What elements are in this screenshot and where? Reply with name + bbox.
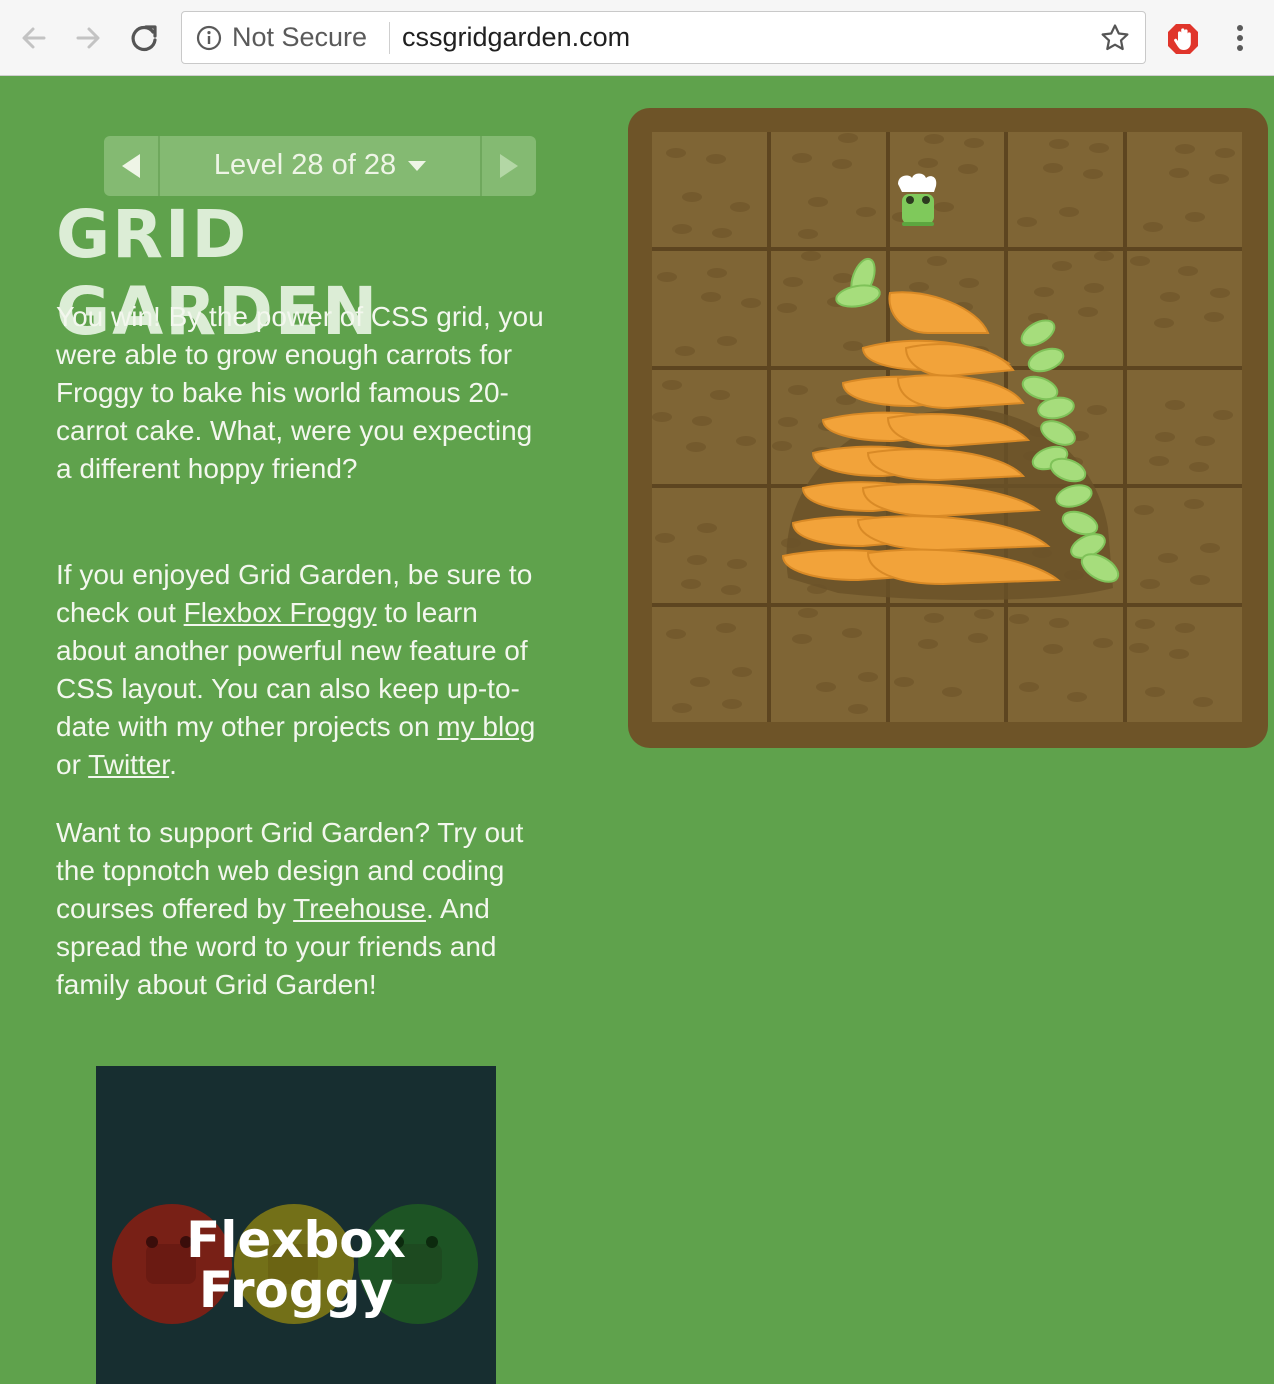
level-label: Level 28 of 28	[213, 149, 397, 181]
soil-cell	[652, 250, 767, 366]
ublock-icon[interactable]	[1166, 22, 1200, 56]
garden-grid	[652, 132, 1242, 722]
omnibox-divider	[389, 22, 390, 54]
soil-cell	[652, 369, 767, 485]
url-text[interactable]: cssgridgarden.com	[402, 22, 630, 53]
star-icon[interactable]	[1099, 22, 1131, 54]
reload-icon[interactable]	[124, 18, 164, 58]
soil-cell	[889, 132, 1005, 247]
menu-icon[interactable]	[1226, 20, 1254, 56]
promo-title-line2: Froggy	[198, 1261, 394, 1319]
forward-arrow-icon[interactable]	[68, 18, 108, 58]
promo-title-line1: Flexbox	[186, 1211, 406, 1269]
twitter-link[interactable]: Twitter	[88, 749, 169, 780]
treehouse-link[interactable]: Treehouse	[293, 893, 426, 924]
soil-cell	[889, 250, 1005, 366]
blog-link[interactable]: my blog	[437, 711, 535, 742]
support-paragraph: Want to support Grid Garden? Try out the…	[56, 814, 546, 1004]
soil-cell	[1127, 607, 1242, 722]
level-indicator[interactable]: Level 28 of 28	[160, 136, 480, 196]
soil-cell	[770, 607, 886, 722]
info-icon[interactable]	[196, 25, 222, 51]
promo-paragraph: If you enjoyed Grid Garden, be sure to c…	[56, 556, 546, 784]
soil-cell	[1008, 607, 1124, 722]
soil-cell	[1008, 369, 1124, 485]
soil-cell	[652, 132, 767, 247]
back-arrow-icon[interactable]	[14, 18, 54, 58]
soil-cell	[1008, 488, 1124, 604]
soil-cell	[1008, 132, 1124, 247]
soil-cell	[652, 607, 767, 722]
win-message: You win! By the power of CSS grid, you w…	[56, 301, 544, 484]
flexbox-froggy-link[interactable]: Flexbox Froggy	[184, 597, 377, 628]
caret-down-icon	[408, 161, 427, 172]
soil-cell	[1127, 250, 1242, 366]
next-level-button[interactable]	[480, 136, 536, 196]
address-bar[interactable]: Not Secure cssgridgarden.com	[181, 11, 1146, 64]
soil-cell	[1127, 488, 1242, 604]
soil-cell	[770, 250, 886, 366]
soil-cell	[770, 369, 886, 485]
soil-cell	[889, 488, 1005, 604]
soil-cell	[1008, 250, 1124, 366]
triangle-left-icon	[122, 154, 140, 178]
soil-cell	[1127, 132, 1242, 247]
browser-toolbar: Not Secure cssgridgarden.com	[0, 0, 1274, 76]
text: or	[56, 749, 89, 780]
flexbox-froggy-promo[interactable]: Flexbox Froggy	[96, 1066, 496, 1384]
level-selector: Level 28 of 28	[104, 136, 536, 196]
soil-cell	[889, 369, 1005, 485]
text: .	[169, 749, 177, 780]
triangle-right-icon	[500, 154, 518, 178]
security-label[interactable]: Not Secure	[232, 22, 367, 53]
soil-cell	[770, 488, 886, 604]
soil-cell	[1127, 369, 1242, 485]
soil-cell	[652, 488, 767, 604]
garden-board	[628, 108, 1268, 748]
previous-level-button[interactable]	[104, 136, 160, 196]
soil-cell	[889, 607, 1005, 722]
soil-cell	[770, 132, 886, 247]
